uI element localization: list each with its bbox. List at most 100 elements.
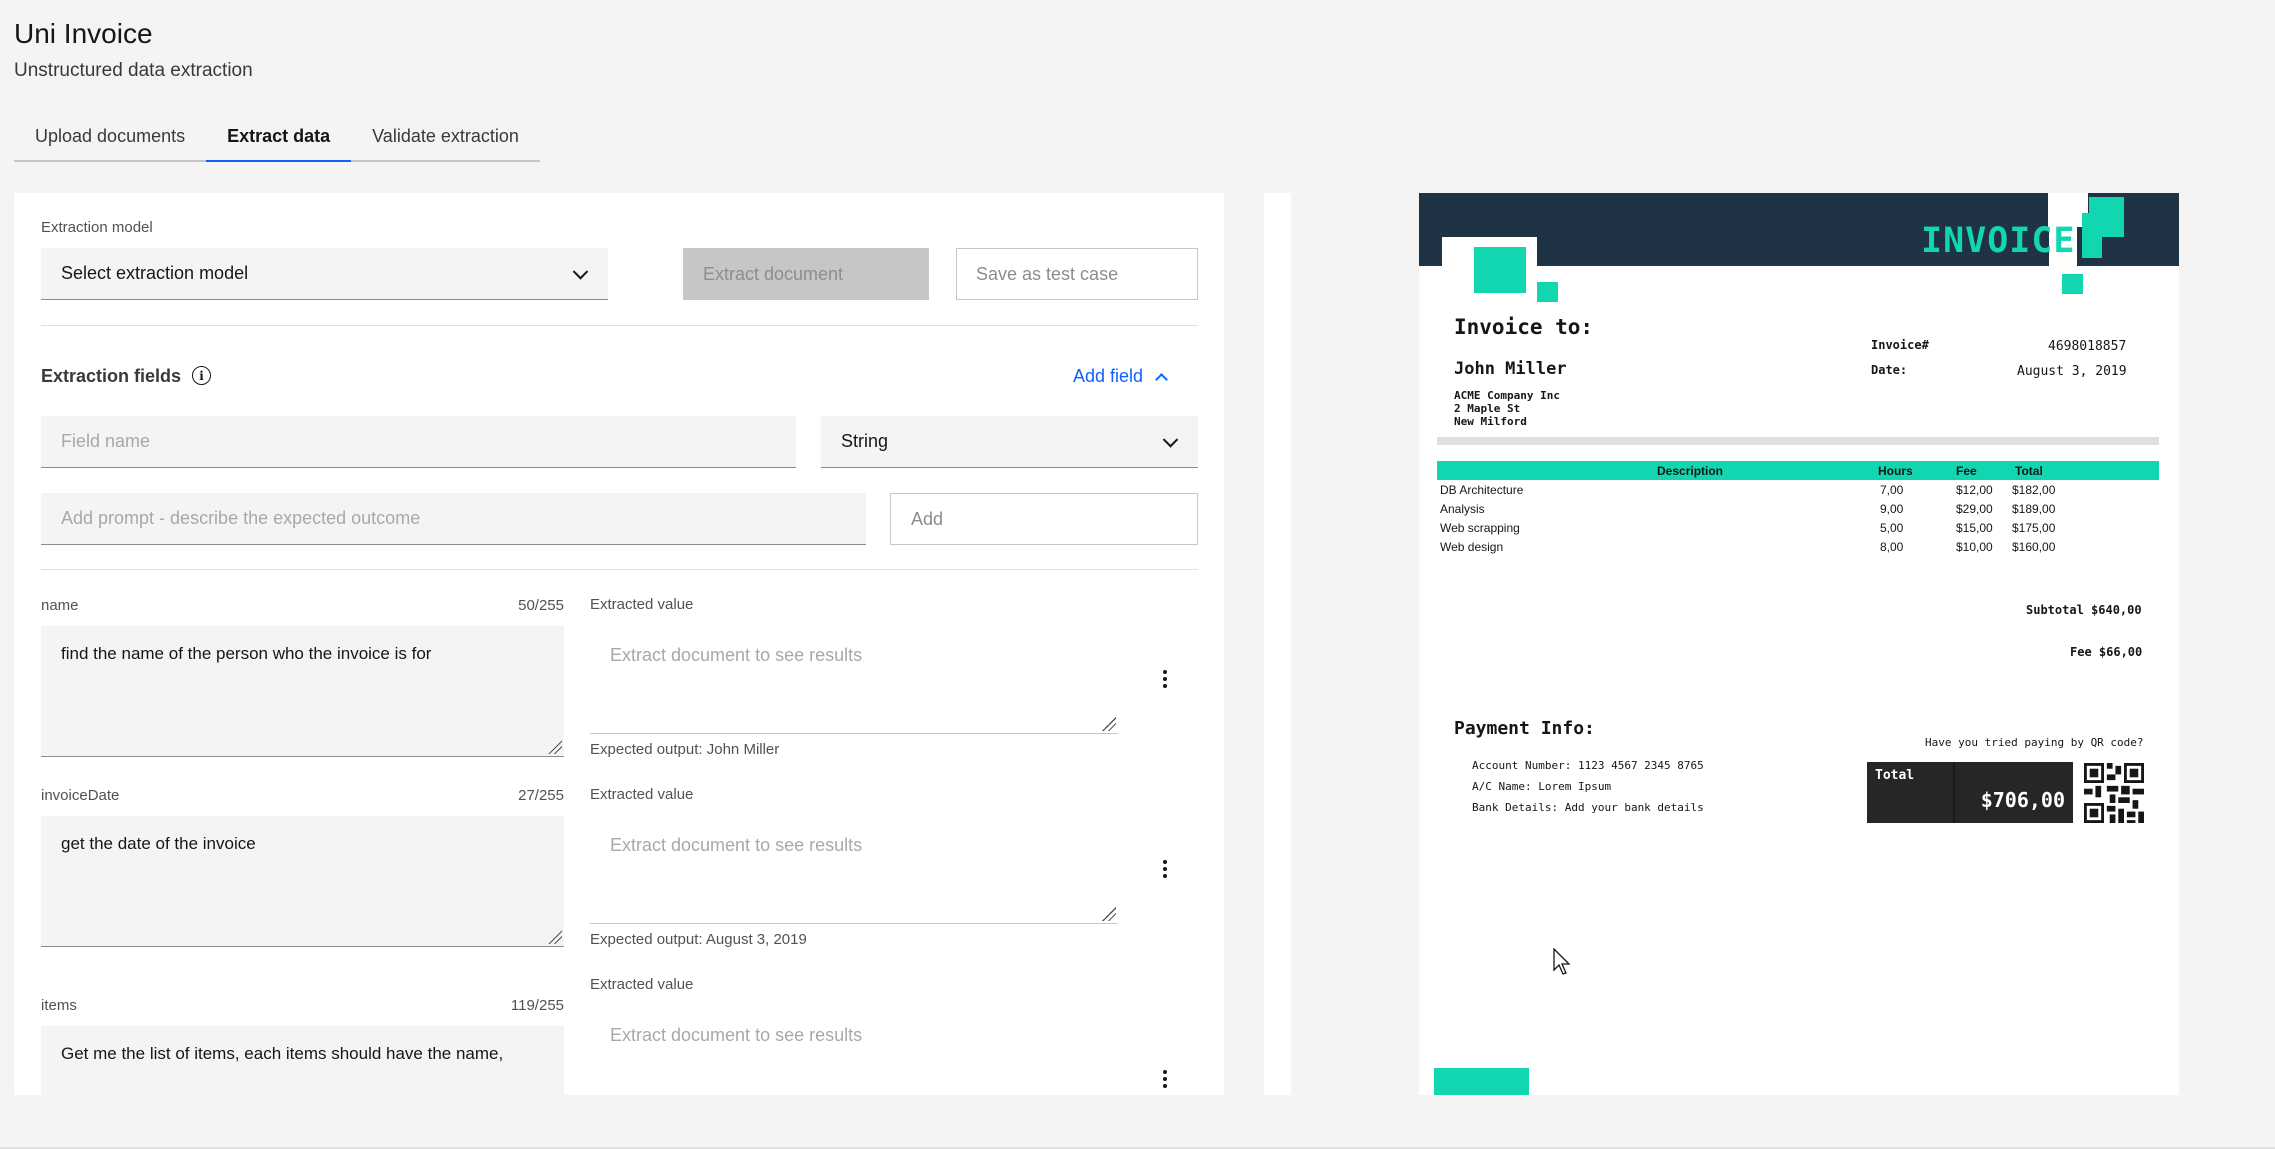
account-number: Account Number: 1123 4567 2345 8765 [1472,759,1704,772]
total-value: $706,00 [1980,788,2065,812]
model-select[interactable]: Select extraction model [41,248,608,300]
extracted-value-textarea[interactable]: Extract document to see results [590,816,1118,924]
overflow-menu-icon[interactable] [1162,860,1168,878]
invoice-preview: INVOICE Invoice to: John Miller ACME Com… [1419,193,2179,1095]
add-field-link[interactable]: Add field [1073,366,1168,387]
decor-block [1537,282,1558,302]
tab-extract-data[interactable]: Extract data [206,118,352,162]
cell-hours: 9,00 [1880,502,1904,516]
field-prompt-text: get the date of the invoice [61,834,256,853]
decor-block [2082,213,2102,258]
cell-fee: $29,00 [1956,502,1993,516]
cell-description: Analysis [1440,502,1485,516]
decor-block [1434,1068,1529,1095]
extracted-value-textarea[interactable]: Extract document to see results [590,1006,1118,1095]
tab-bar: Upload documents Extract data Validate e… [14,118,540,162]
customer-address: ACME Company Inc 2 Maple St New Milford [1454,389,1560,428]
qr-code-icon [2084,763,2144,823]
invoice-number: 4698018857 [2048,339,2127,354]
overflow-menu-icon[interactable] [1162,1070,1168,1088]
tab-upload-documents[interactable]: Upload documents [14,118,206,162]
tab-validate-extraction[interactable]: Validate extraction [351,118,540,162]
save-test-case-button[interactable]: Save as test case [956,248,1198,300]
total-divider [1953,762,1955,823]
chevron-down-icon [1162,431,1179,448]
field-prompt-textarea[interactable]: find the name of the person who the invo… [41,626,564,757]
field-name-input[interactable]: Field name [41,416,796,468]
address-line: ACME Company Inc [1454,389,1560,402]
invoice-number-label: Invoice# [1871,338,1929,352]
resize-handle-icon[interactable] [548,740,562,754]
total-box: Total $706,00 [1867,762,2073,823]
prompt-input[interactable]: Add prompt - describe the expected outco… [41,493,866,545]
extracted-value-placeholder: Extract document to see results [610,835,863,855]
extracted-value-textarea[interactable]: Extract document to see results [590,626,1118,734]
bank-details: Bank Details: Add your bank details [1472,801,1704,814]
invoice-subtotal: Subtotal $640,00 [2026,603,2142,617]
cell-description: Web scrapping [1440,521,1520,535]
cell-hours: 8,00 [1880,540,1904,554]
model-label: Extraction model [41,219,153,236]
expected-output: Expected output: John Miller [590,741,780,758]
model-select-value: Select extraction model [61,263,249,283]
mouse-cursor-icon [1553,948,1571,975]
app-title: Uni Invoice [14,18,153,49]
table-row: Analysis 9,00 $29,00 $189,00 [1437,499,2159,518]
resize-handle-icon[interactable] [1102,907,1116,921]
chevron-down-icon [572,263,589,280]
cell-hours: 5,00 [1880,521,1904,535]
table-row: Web scrapping 5,00 $15,00 $175,00 [1437,518,2159,537]
col-hours: Hours [1878,464,1913,478]
field-name-label: invoiceDate [41,787,120,804]
field-name-label: items [41,997,77,1014]
customer-name: John Miller [1454,359,1567,379]
type-select[interactable]: String [821,416,1198,468]
add-field-label: Add field [1073,366,1144,386]
field-prompt-text: find the name of the person who the invo… [61,644,432,663]
type-select-value: String [841,431,889,451]
table-row: DB Architecture 7,00 $12,00 $182,00 [1437,480,2159,499]
separator-bar [1437,437,2159,445]
expected-output: Expected output: August 3, 2019 [590,931,807,948]
field-prompt-textarea[interactable]: Get me the list of items, each items sho… [41,1026,564,1095]
extracted-value-placeholder: Extract document to see results [610,1025,863,1045]
col-fee: Fee [1956,464,1977,478]
info-icon[interactable]: i [192,366,211,385]
payment-info-title: Payment Info: [1454,718,1595,739]
field-char-count: 27/255 [518,787,564,804]
cell-fee: $10,00 [1956,540,1993,554]
cell-description: DB Architecture [1440,483,1524,497]
divider [41,569,1198,570]
app-subtitle: Unstructured data extraction [14,60,253,81]
extracted-value-label: Extracted value [590,786,694,803]
chevron-up-icon [1155,372,1168,386]
field-char-count: 119/255 [510,997,564,1014]
panel-scrollbar[interactable] [1264,193,1291,1095]
resize-handle-icon[interactable] [548,930,562,944]
col-description: Description [1657,464,1724,478]
cell-description: Web design [1440,540,1504,554]
overflow-menu-icon[interactable] [1162,670,1168,688]
extraction-panel: Extraction model Select extraction model… [14,193,1224,1095]
add-prompt-button[interactable]: Add [890,493,1198,545]
cell-total: $175,00 [2012,521,2056,535]
divider [41,325,1198,326]
field-name-label: name [41,597,79,614]
resize-handle-icon[interactable] [1102,717,1116,731]
extraction-fields-title: Extraction fields [41,366,182,386]
address-line: 2 Maple St [1454,402,1521,415]
extracted-value-label: Extracted value [590,596,694,613]
decor-block [1474,247,1526,293]
extracted-value-placeholder: Extract document to see results [610,645,863,665]
invoice-fee: Fee $66,00 [2070,645,2143,659]
field-prompt-textarea[interactable]: get the date of the invoice [41,816,564,947]
extract-document-button[interactable]: Extract document [683,248,929,300]
extracted-value-label: Extracted value [590,976,694,993]
field-char-count: 50/255 [518,597,564,614]
cell-total: $160,00 [2012,540,2056,554]
cell-fee: $15,00 [1956,521,1993,535]
invoice-table-header: Description Hours Fee Total [1437,461,2159,480]
invoice-date: August 3, 2019 [2017,364,2127,379]
invoice-date-label: Date: [1871,363,1908,377]
invoice-title: INVOICE [1921,221,2076,261]
